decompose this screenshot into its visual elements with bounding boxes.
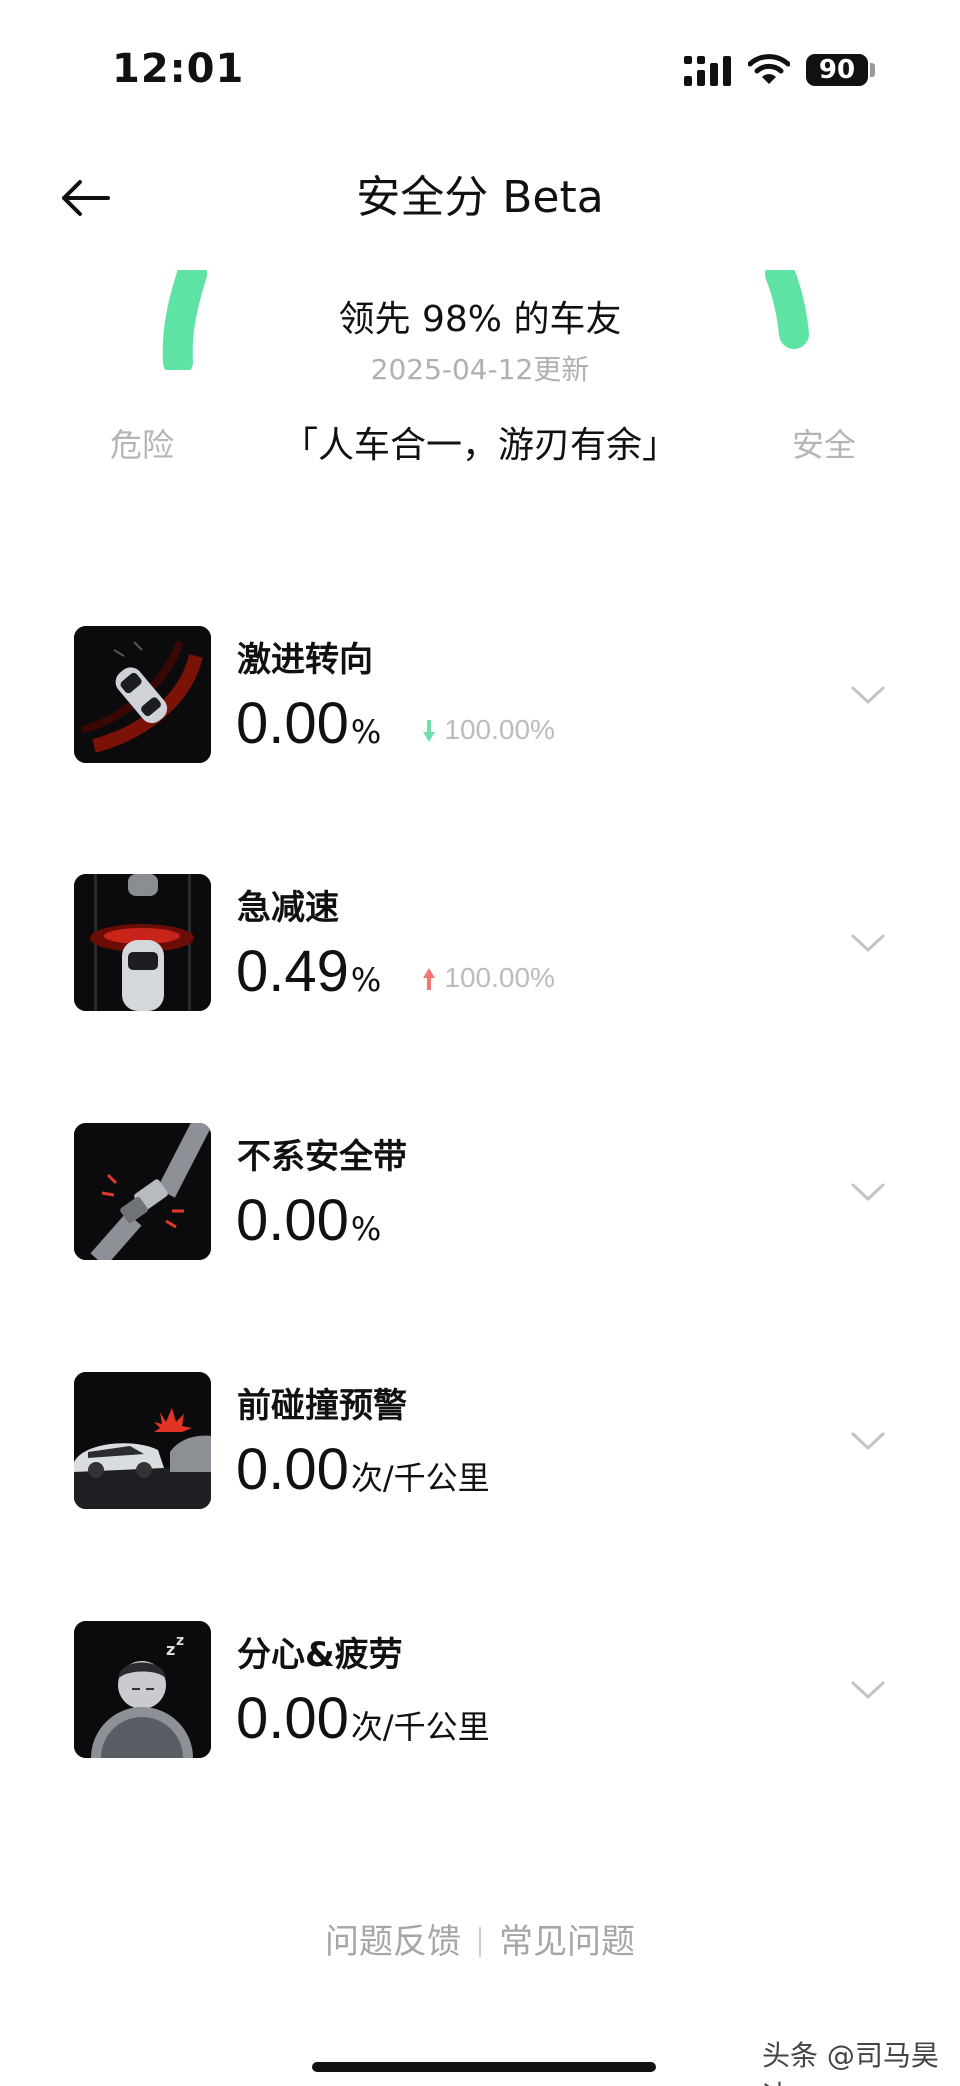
- metric-item-seatbelt[interactable]: 不系安全带 0.00%: [0, 1123, 960, 1283]
- metric-change-value: 100.00%: [444, 714, 555, 745]
- metric-value-row: 0.00次/千公里: [236, 1436, 490, 1506]
- arrow-up-icon: [423, 968, 436, 990]
- footer-links: 问题反馈 常见问题: [0, 1914, 960, 1963]
- metric-value-row: 0.00%: [236, 1187, 381, 1257]
- watermark: 头条 @司马昊迪: [762, 2039, 939, 2086]
- metric-unit: 次/千公里: [350, 1459, 490, 1497]
- metric-value: 0.00: [236, 691, 349, 756]
- arrow-down-icon: [423, 720, 436, 742]
- metric-change: 100.00%: [422, 714, 555, 746]
- metric-value-row: 0.49% 100.00%: [236, 938, 555, 1008]
- metric-unit: %: [350, 961, 382, 999]
- metric-unit: %: [350, 1210, 382, 1248]
- footer-divider: [479, 1927, 481, 1957]
- feedback-link[interactable]: 问题反馈: [325, 1922, 461, 1962]
- chevron-down-icon[interactable]: [850, 684, 886, 706]
- metric-name: 激进转向: [237, 640, 373, 680]
- chevron-down-icon[interactable]: [850, 932, 886, 954]
- chevron-down-icon[interactable]: [850, 1679, 886, 1701]
- page-title: 安全分 Beta: [356, 172, 604, 223]
- metric-item-hard-braking[interactable]: 急减速 0.49% 100.00%: [0, 874, 960, 1034]
- chevron-down-icon[interactable]: [850, 1181, 886, 1203]
- metric-value: 0.00: [236, 1188, 349, 1253]
- metric-change-value: 100.00%: [444, 962, 555, 993]
- seatbelt-icon: [74, 1123, 211, 1260]
- battery-indicator: 90: [806, 54, 868, 86]
- svg-text:z: z: [176, 1633, 184, 1649]
- metric-value-row: 0.00次/千公里: [236, 1685, 490, 1755]
- metric-name: 分心&疲劳: [237, 1635, 403, 1675]
- svg-text:z: z: [166, 1640, 175, 1659]
- updated-date: 2025-04-12更新: [370, 353, 590, 386]
- metric-item-forward-collision[interactable]: 前碰撞预警 0.00次/千公里: [0, 1372, 960, 1532]
- status-bar: 12:01 90: [0, 0, 960, 130]
- metric-value-row: 0.00% 100.00%: [236, 690, 555, 760]
- metric-name: 不系安全带: [237, 1137, 407, 1177]
- collision-warning-icon: [74, 1372, 211, 1509]
- rank-text: 领先 98% 的车友: [338, 299, 622, 340]
- metric-unit: 次/千公里: [350, 1708, 490, 1746]
- battery-tip: [870, 63, 875, 77]
- hard-brake-icon: [74, 874, 211, 1011]
- wifi-icon: [748, 54, 790, 84]
- sharp-turn-icon: [74, 626, 211, 763]
- metric-name: 前碰撞预警: [237, 1386, 407, 1426]
- metric-value: 0.49: [236, 939, 349, 1004]
- gauge-safe-label: 安全: [792, 426, 857, 464]
- cellular-signal-icon: [684, 56, 731, 86]
- status-time: 12:01: [112, 46, 245, 92]
- metric-item-aggressive-steering[interactable]: 激进转向 0.00% 100.00%: [0, 626, 960, 786]
- metric-unit: %: [350, 713, 382, 751]
- metric-change: 100.00%: [422, 962, 555, 994]
- metric-value: 0.00: [236, 1686, 349, 1751]
- faq-link[interactable]: 常见问题: [499, 1922, 635, 1962]
- fatigue-icon: z z: [74, 1621, 211, 1758]
- metric-name: 急减速: [237, 888, 339, 928]
- metric-item-distraction-fatigue[interactable]: z z 分心&疲劳 0.00次/千公里: [0, 1621, 960, 1781]
- home-indicator[interactable]: [312, 2062, 656, 2072]
- chevron-down-icon[interactable]: [850, 1430, 886, 1452]
- metric-value: 0.00: [236, 1437, 349, 1502]
